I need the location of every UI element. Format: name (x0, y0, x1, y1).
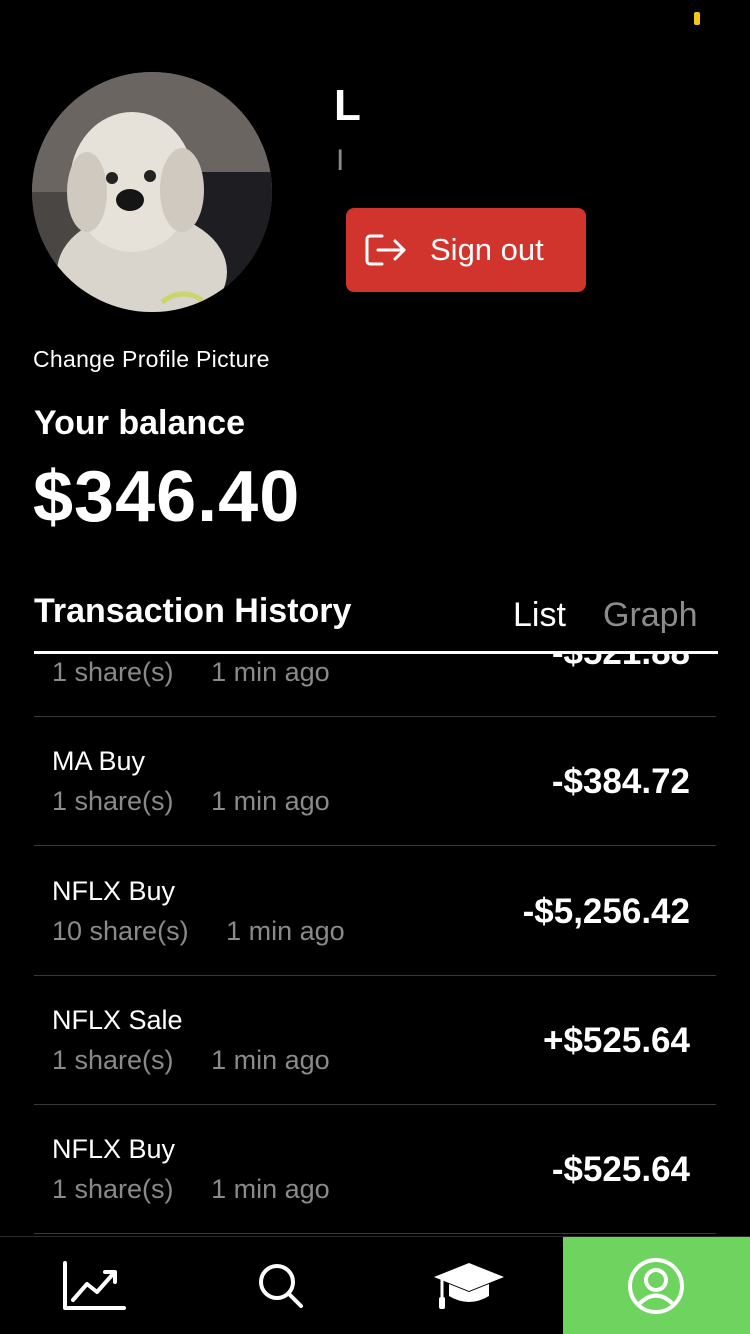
divider (34, 651, 718, 654)
tab-learn[interactable] (375, 1237, 563, 1334)
status-indicator (694, 12, 700, 25)
balance-value: $346.40 (33, 457, 301, 537)
transaction-row[interactable]: NFLX Buy 1 share(s) 1 min ago -$525.64 (34, 1104, 716, 1234)
transaction-row[interactable]: NFLX Buy 10 share(s) 1 min ago -$5,256.4… (34, 846, 716, 976)
transaction-row[interactable]: 1 share(s) 1 min ago -$521.88 (34, 653, 716, 717)
avatar[interactable] (32, 72, 272, 312)
transaction-amount: -$384.72 (551, 762, 690, 801)
transaction-amount: +$525.64 (543, 1021, 690, 1060)
transaction-name: NFLX Sale (52, 1005, 183, 1035)
sign-out-icon (364, 232, 408, 268)
transaction-history-title: Transaction History (34, 592, 352, 630)
transaction-name: NFLX Buy (52, 1134, 176, 1164)
transaction-amount: -$521.88 (552, 653, 690, 673)
transaction-row[interactable]: NFLX Sale 1 share(s) 1 min ago +$525.64 (34, 975, 716, 1105)
transaction-amount: -$525.64 (551, 1150, 690, 1189)
chart-icon (62, 1260, 126, 1310)
tab-graph[interactable]: Graph (603, 596, 698, 635)
transaction-meta: 1 share(s) 1 min ago (52, 1174, 330, 1204)
tab-search[interactable] (188, 1237, 376, 1334)
tab-profile[interactable] (562, 1237, 750, 1334)
transaction-meta: 10 share(s) 1 min ago (52, 916, 345, 946)
transaction-name: NFLX Buy (52, 876, 176, 906)
transaction-list[interactable]: 1 share(s) 1 min ago -$521.88 MA Buy 1 s… (34, 653, 716, 1236)
graduation-cap-icon (433, 1262, 504, 1309)
transaction-meta: 1 share(s) 1 min ago (52, 1045, 330, 1075)
dog-photo (32, 72, 272, 312)
user-name: L (334, 81, 361, 130)
transaction-name: MA Buy (52, 746, 146, 776)
balance-label: Your balance (34, 404, 245, 442)
transaction-row[interactable]: MA Buy 1 share(s) 1 min ago -$384.72 (34, 716, 716, 846)
sign-out-label: Sign out (430, 232, 544, 267)
transaction-meta: 1 share(s) 1 min ago (52, 657, 330, 687)
tab-bar (0, 1236, 750, 1334)
sign-out-button[interactable]: Sign out (346, 208, 586, 292)
profile-icon (628, 1257, 685, 1314)
change-profile-picture-link[interactable]: Change Profile Picture (33, 346, 270, 373)
transaction-meta: 1 share(s) 1 min ago (52, 786, 330, 816)
transaction-amount: -$5,256.42 (522, 892, 690, 931)
search-icon (259, 1263, 304, 1308)
user-email: I (336, 144, 345, 177)
tab-list[interactable]: List (513, 596, 566, 635)
tab-portfolio[interactable] (0, 1237, 188, 1334)
